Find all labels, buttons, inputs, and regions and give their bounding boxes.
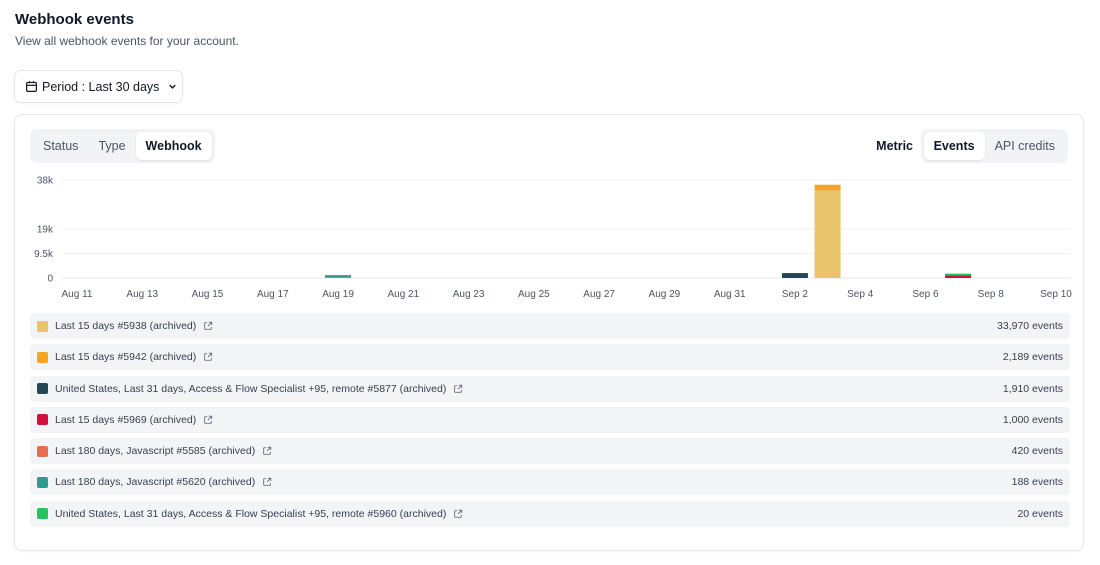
- x-tick-label: Sep 10: [1040, 289, 1072, 300]
- metric-option-events[interactable]: Events: [923, 132, 985, 160]
- legend-swatch: [37, 508, 48, 520]
- x-tick-label: Sep 8: [978, 289, 1005, 300]
- webhook-legend-list: Last 15 days #5938 (archived) 33,970 even…: [30, 313, 1070, 532]
- legend-event-count: 20 events: [1017, 507, 1063, 520]
- legend-swatch: [37, 320, 48, 332]
- external-link-icon[interactable]: [453, 509, 463, 519]
- x-tick-label: Aug 15: [192, 289, 224, 300]
- x-tick-label: Sep 4: [847, 289, 874, 300]
- page-title: Webhook events: [15, 11, 134, 28]
- legend-row[interactable]: Last 180 days, Javascript #5585 (archive…: [30, 438, 1070, 465]
- tab-type[interactable]: Type: [88, 132, 135, 160]
- legend-swatch: [37, 383, 48, 395]
- bar-segment[interactable]: [781, 273, 808, 278]
- legend-swatch: [37, 414, 48, 426]
- group-by-tabs: Status Type Webhook: [30, 129, 215, 163]
- legend-event-count: 33,970 events: [997, 320, 1063, 332]
- x-tick-label: Aug 29: [649, 289, 681, 300]
- metric-toggle: Events API credits: [920, 129, 1068, 163]
- legend-swatch: [37, 351, 48, 363]
- metric-label: Metric: [876, 139, 913, 153]
- period-label: Period : Last 30 days: [42, 79, 160, 94]
- x-tick-label: Aug 17: [257, 289, 289, 300]
- legend-swatch: [37, 445, 48, 457]
- x-tick-label: Aug 19: [322, 289, 354, 300]
- bar-segment[interactable]: [814, 184, 841, 191]
- legend-event-count: 420 events: [1011, 445, 1063, 458]
- legend-webhook-name: United States, Last 31 days, Access & Fl…: [55, 507, 447, 520]
- x-tick-label: Sep 6: [912, 289, 939, 300]
- external-link-icon[interactable]: [262, 446, 272, 456]
- y-tick-label: 38k: [37, 176, 54, 187]
- legend-event-count: 188 events: [1011, 476, 1063, 489]
- bar-segment[interactable]: [945, 273, 972, 276]
- legend-row[interactable]: United States, Last 31 days, Access & Fl…: [30, 375, 1070, 402]
- x-tick-label: Aug 31: [714, 289, 746, 300]
- x-tick-label: Aug 11: [62, 289, 93, 300]
- chevron-down-icon: [167, 81, 178, 92]
- x-tick-label: Aug 13: [126, 289, 158, 300]
- bar-segment[interactable]: [325, 275, 352, 277]
- x-tick-label: Aug 23: [453, 289, 485, 300]
- page-header: Webhook events View all webhook events f…: [15, 11, 239, 48]
- legend-webhook-name: Last 180 days, Javascript #5585 (archive…: [55, 445, 256, 458]
- legend-event-count: 1,000 events: [1002, 413, 1063, 426]
- metric-option-api-credits[interactable]: API credits: [985, 132, 1065, 160]
- x-tick-label: Sep 2: [782, 289, 809, 300]
- y-tick-label: 19k: [37, 225, 54, 236]
- x-tick-label: Aug 25: [518, 289, 550, 300]
- legend-event-count: 2,189 events: [1002, 351, 1063, 364]
- y-tick-label: 0: [47, 274, 53, 285]
- calendar-icon: [25, 80, 38, 93]
- external-link-icon[interactable]: [453, 384, 463, 394]
- legend-row[interactable]: Last 15 days #5942 (archived) 2,189 event…: [30, 344, 1070, 371]
- webhook-events-card: Status Type Webhook Metric Events API cr…: [14, 114, 1084, 551]
- tab-status[interactable]: Status: [33, 132, 88, 160]
- events-bar-chart: 38k 19k 9.5k 0 Aug 11 Aug 13 Aug 15 Aug 17 Aug 1…: [34, 176, 1072, 301]
- legend-event-count: 1,910 events: [1002, 382, 1063, 395]
- period-dropdown-button[interactable]: Period : Last 30 days: [14, 70, 183, 103]
- legend-webhook-name: Last 15 days #5942 (archived): [55, 351, 197, 364]
- external-link-icon[interactable]: [203, 415, 213, 425]
- external-link-icon[interactable]: [262, 477, 272, 487]
- legend-row[interactable]: Last 15 days #5969 (archived) 1,000 event…: [30, 406, 1070, 433]
- legend-webhook-name: United States, Last 31 days, Access & Fl…: [55, 382, 447, 395]
- legend-webhook-name: Last 180 days, Javascript #5620 (archive…: [55, 476, 256, 489]
- bar-segment[interactable]: [945, 275, 972, 278]
- legend-row[interactable]: Last 15 days #5938 (archived) 33,970 even…: [30, 313, 1070, 339]
- tab-webhook[interactable]: Webhook: [135, 132, 212, 160]
- legend-row[interactable]: United States, Last 31 days, Access & Fl…: [30, 500, 1070, 527]
- legend-webhook-name: Last 15 days #5938 (archived): [55, 320, 197, 332]
- external-link-icon[interactable]: [203, 352, 213, 362]
- external-link-icon[interactable]: [203, 321, 213, 331]
- legend-swatch: [37, 476, 48, 488]
- page-subtitle: View all webhook events for your account…: [15, 34, 239, 48]
- x-tick-label: Aug 27: [583, 289, 615, 300]
- y-tick-label: 9.5k: [34, 249, 54, 260]
- legend-row[interactable]: Last 180 days, Javascript #5620 (archive…: [30, 469, 1070, 496]
- bar-segment[interactable]: [814, 190, 841, 278]
- legend-webhook-name: Last 15 days #5969 (archived): [55, 413, 197, 426]
- x-tick-label: Aug 21: [387, 289, 419, 300]
